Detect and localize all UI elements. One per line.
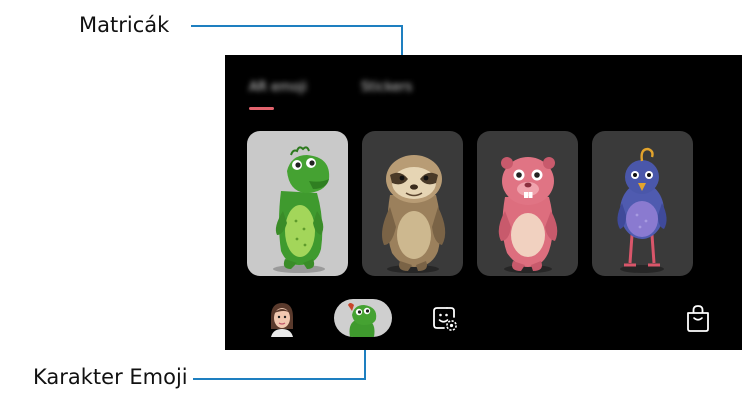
sticker-settings-icon bbox=[433, 307, 457, 331]
sloth-character-icon bbox=[382, 155, 446, 273]
dinosaur-character-icon bbox=[273, 146, 330, 273]
character-emoji-callout-label: Karakter Emoji bbox=[33, 365, 188, 389]
bottom-bar bbox=[225, 287, 742, 350]
dinosaur-icon bbox=[348, 303, 377, 337]
character-card-bird[interactable] bbox=[592, 131, 693, 276]
character-emoji-callout-line bbox=[193, 378, 365, 380]
tab-indicator bbox=[249, 107, 274, 110]
character-card-dinosaur[interactable] bbox=[247, 131, 348, 276]
beaver-character-icon bbox=[498, 157, 558, 273]
stickers-callout-line bbox=[191, 25, 402, 27]
sticker-settings-button[interactable] bbox=[431, 305, 459, 333]
avatar-icon bbox=[271, 303, 293, 337]
character-card-sloth[interactable] bbox=[362, 131, 463, 276]
bird-character-icon bbox=[617, 147, 667, 273]
character-emoji-button[interactable] bbox=[334, 299, 392, 337]
tab-stickers[interactable]: Stickers bbox=[361, 80, 412, 95]
tab-ar-emoji[interactable]: AR emoji bbox=[249, 80, 307, 95]
character-card-beaver[interactable] bbox=[477, 131, 578, 276]
shopping-bag-icon bbox=[687, 305, 709, 332]
store-button[interactable] bbox=[684, 303, 712, 333]
tab-bar: AR emoji Stickers bbox=[225, 55, 742, 115]
stickers-callout-label: Matricák bbox=[79, 13, 170, 37]
emoji-screen: AR emoji Stickers bbox=[225, 55, 742, 350]
my-emoji-avatar-button[interactable] bbox=[263, 299, 301, 337]
